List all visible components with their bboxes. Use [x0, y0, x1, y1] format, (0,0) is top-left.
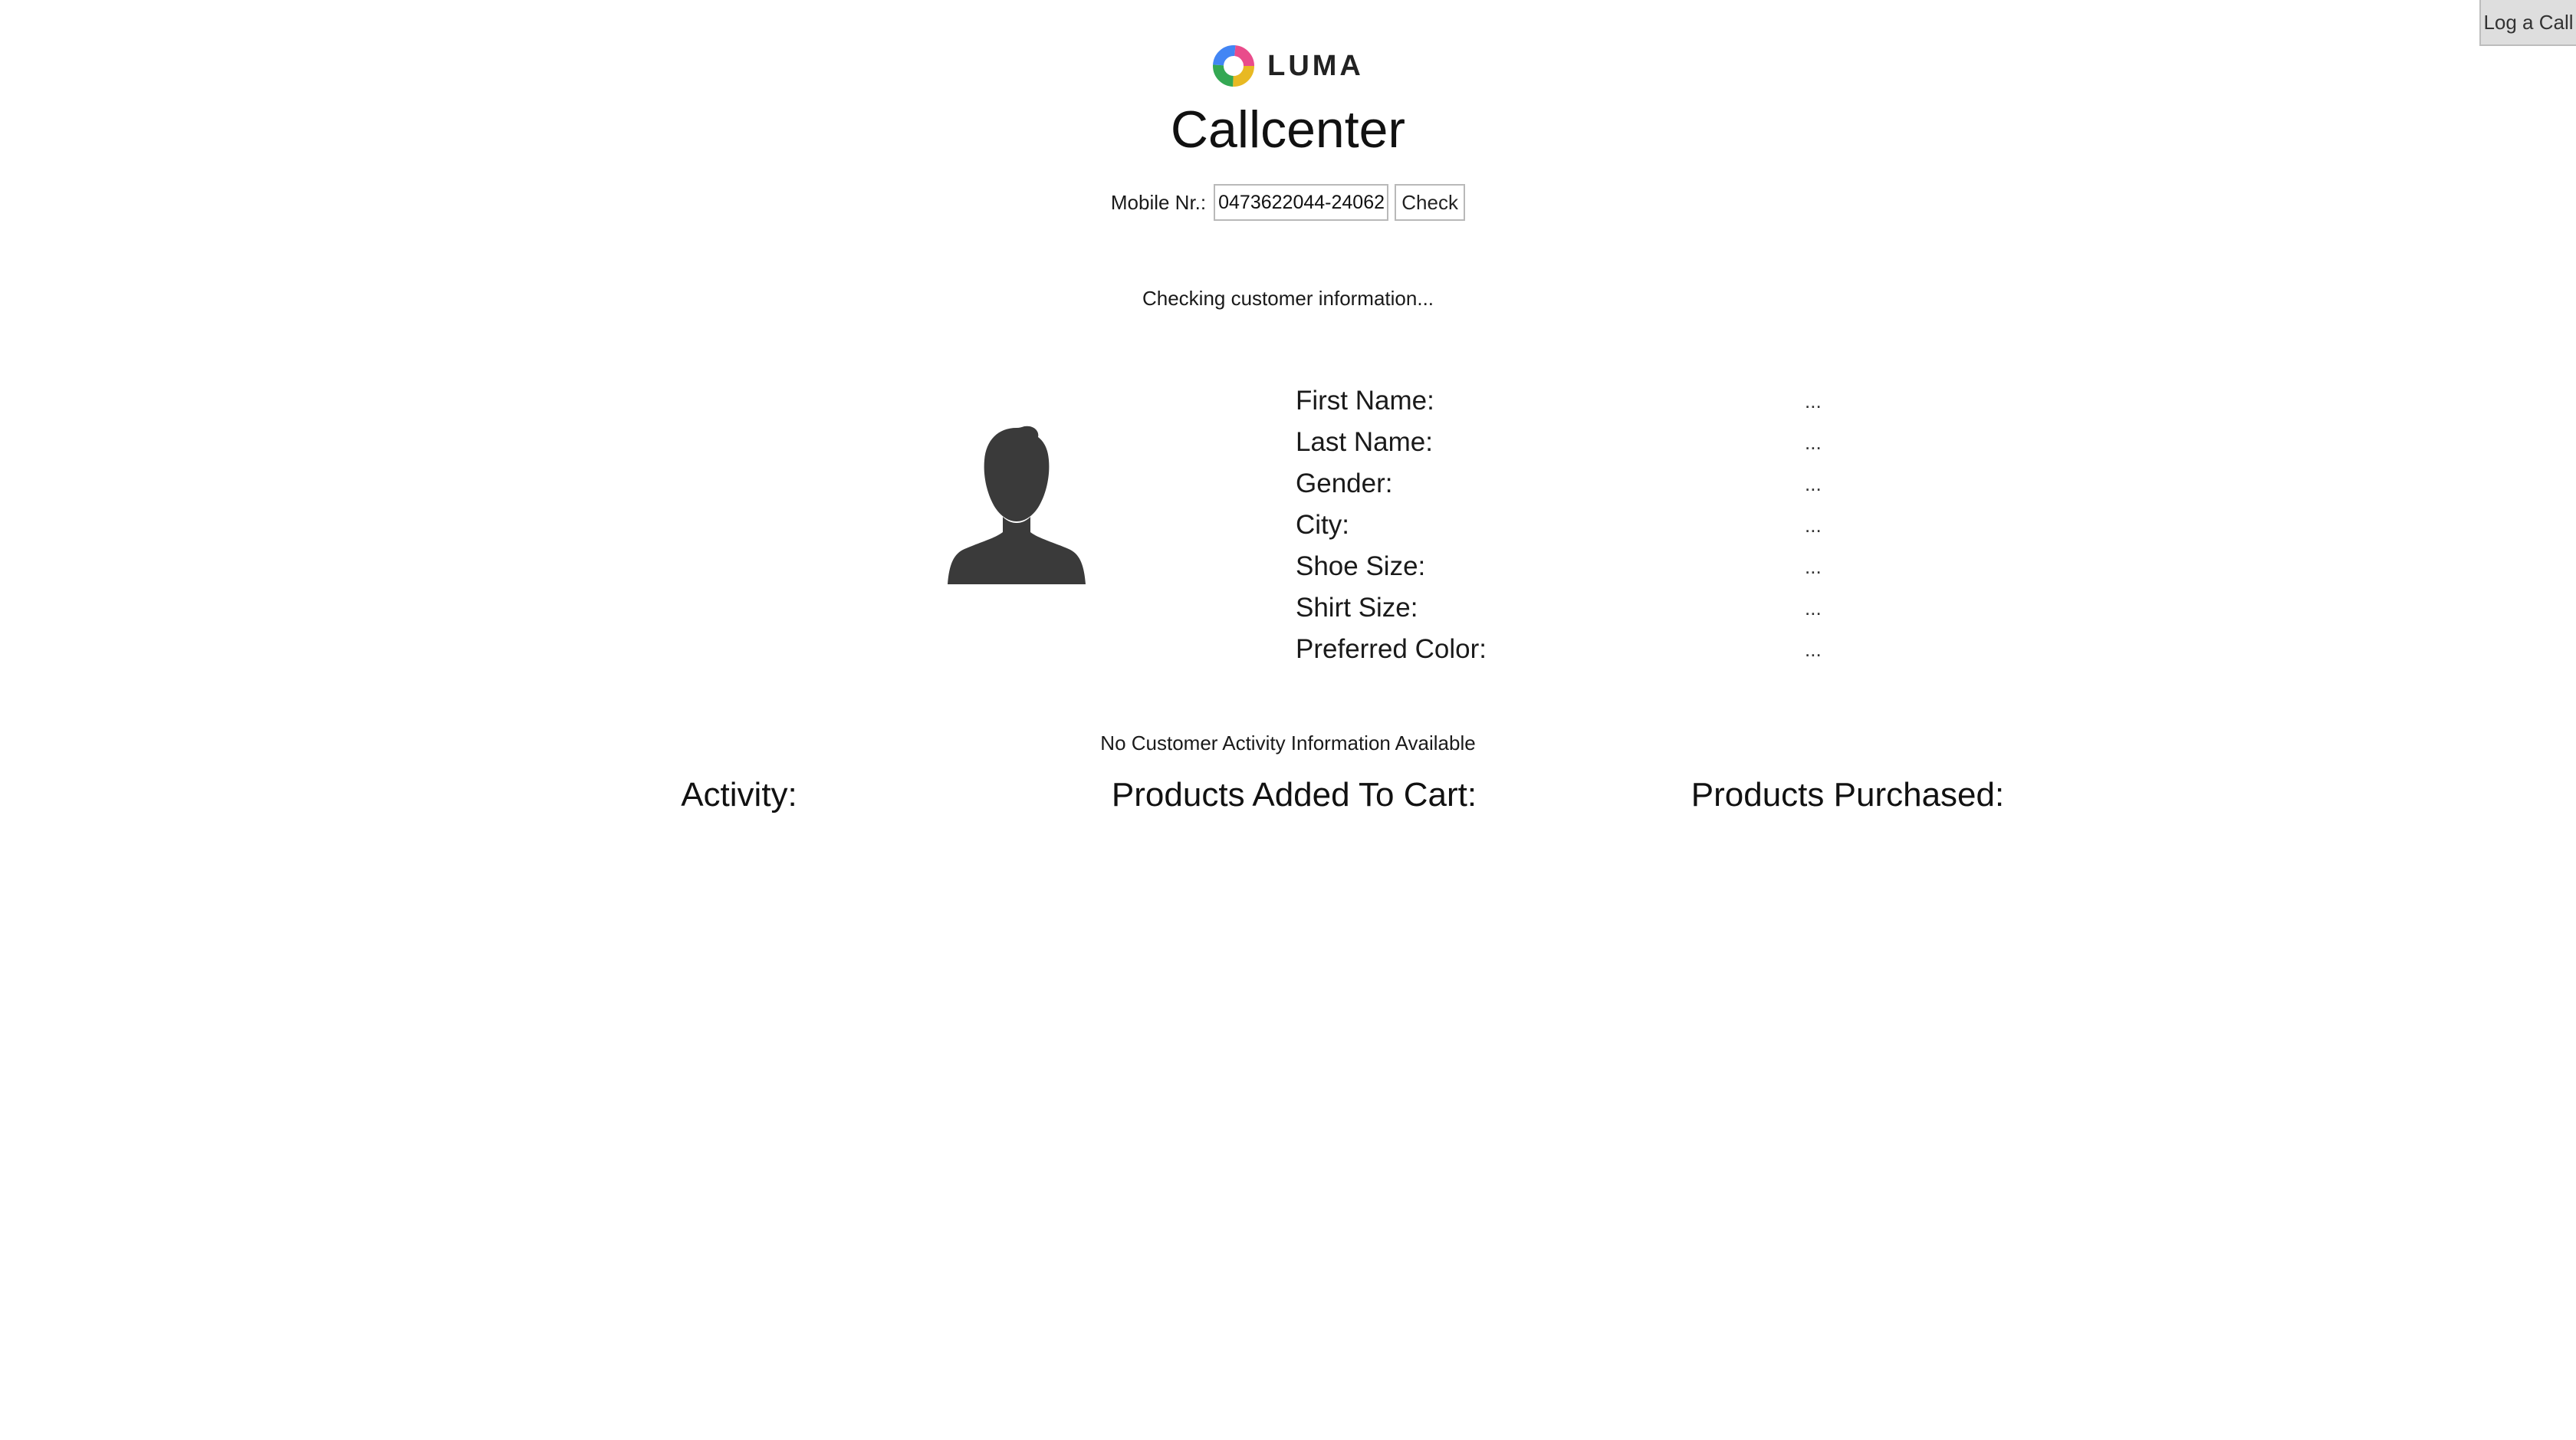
field-label: Last Name: — [1296, 427, 1433, 457]
activity-notice: No Customer Activity Information Availab… — [1100, 732, 1476, 755]
field-value: ... — [1805, 513, 1822, 537]
field-label: First Name: — [1296, 386, 1434, 416]
mobile-label: Mobile Nr.: — [1110, 190, 1207, 214]
field-label: Shoe Size: — [1296, 551, 1426, 581]
callcenter-page: Log a Call LUMA Callcenter Mobile Nr.: C… — [0, 0, 2576, 1440]
field-label: Preferred Color: — [1296, 634, 1487, 664]
field-value: ... — [1805, 637, 1822, 661]
profile-row-shoe-size: Shoe Size: ... — [1296, 546, 1832, 587]
field-value: ... — [1805, 554, 1822, 578]
section-cart-title: Products Added To Cart: — [1111, 776, 1477, 814]
field-label: City: — [1296, 510, 1349, 540]
profile-row-city: City: ... — [1296, 505, 1832, 546]
check-button[interactable]: Check — [1395, 184, 1466, 221]
field-value: ... — [1805, 596, 1822, 620]
field-value: ... — [1805, 389, 1822, 413]
avatar-silhouette-icon — [948, 426, 1086, 584]
mobile-number-input[interactable] — [1214, 184, 1389, 221]
activity-sections: Activity: Products Added To Cart: Produc… — [0, 776, 2576, 822]
section-activity-title: Activity: — [681, 776, 797, 814]
field-value: ... — [1805, 430, 1822, 454]
profile-row-last-name: Last Name: ... — [1296, 422, 1832, 463]
profile-details: First Name: ... Last Name: ... Gender: .… — [1296, 380, 1832, 670]
profile-row-shirt-size: Shirt Size: ... — [1296, 587, 1832, 629]
field-label: Gender: — [1296, 468, 1393, 498]
status-message: Checking customer information... — [1142, 287, 1434, 310]
mobile-search-form: Mobile Nr.: Check — [0, 184, 2576, 221]
profile-row-preferred-color: Preferred Color: ... — [1296, 629, 1832, 670]
section-purchased-title: Products Purchased: — [1691, 776, 2005, 814]
brand-logo: LUMA — [0, 44, 2576, 87]
field-label: Shirt Size: — [1296, 593, 1418, 623]
profile-row-gender: Gender: ... — [1296, 463, 1832, 505]
page-title: Callcenter — [1170, 100, 1406, 159]
field-value: ... — [1805, 472, 1822, 495]
profile-row-first-name: First Name: ... — [1296, 380, 1832, 422]
luma-logo-icon — [1213, 45, 1255, 87]
logo-text: LUMA — [1267, 49, 1364, 82]
log-call-button[interactable]: Log a Call — [2479, 0, 2576, 46]
